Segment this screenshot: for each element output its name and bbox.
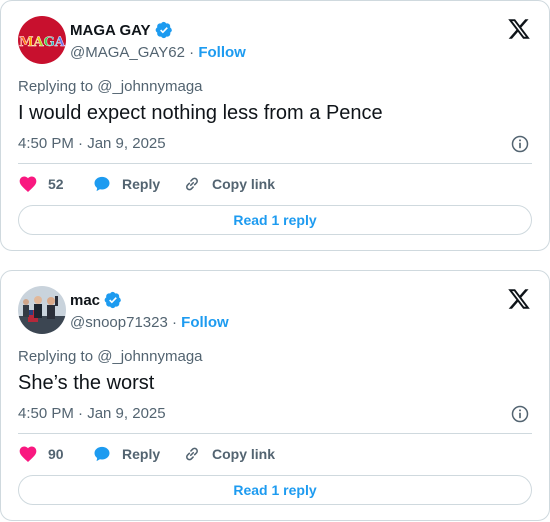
- follow-link[interactable]: Follow: [198, 44, 246, 61]
- divider: [18, 163, 532, 164]
- heart-icon: [19, 446, 37, 462]
- x-logo-icon[interactable]: [507, 17, 531, 41]
- like-button[interactable]: 52: [18, 174, 92, 194]
- user-handle[interactable]: @MAGA_GAY62: [70, 44, 185, 61]
- x-logo-icon[interactable]: [507, 287, 531, 311]
- avatar-image: [18, 286, 66, 334]
- page: MAGA MAGA GAY @MAGA_GAY62 · Follow Reply…: [0, 0, 550, 522]
- display-name[interactable]: MAGA GAY: [70, 22, 151, 39]
- user-name-row: mac: [70, 290, 122, 310]
- replying-to-handle[interactable]: @_johnnymaga: [97, 78, 202, 95]
- avatar[interactable]: MAGA: [18, 16, 66, 64]
- copy-link-label: Copy link: [212, 176, 276, 192]
- replying-to: Replying to @_johnnymaga: [18, 78, 203, 95]
- reply-label: Reply: [122, 176, 161, 192]
- tweet-text: She’s the worst: [18, 372, 155, 394]
- handle-row: @snoop71323 · Follow: [70, 314, 229, 331]
- display-name[interactable]: mac: [70, 292, 100, 309]
- tweet-text: I would expect nothing less from a Pence: [18, 102, 383, 124]
- avatar[interactable]: [18, 286, 66, 334]
- heart-icon: [19, 176, 37, 192]
- read-replies-button[interactable]: Read 1 reply: [18, 205, 532, 235]
- verified-badge-icon: [155, 21, 172, 39]
- reply-button[interactable]: Reply: [92, 444, 182, 464]
- action-bar: 90 Reply Copy link: [18, 443, 275, 465]
- follow-link[interactable]: Follow: [181, 314, 229, 331]
- link-icon: [186, 177, 198, 191]
- timestamp[interactable]: 4:50 PM · Jan 9, 2025: [18, 405, 166, 422]
- avatar-image: MAGA: [18, 16, 66, 64]
- like-count: 90: [48, 446, 64, 462]
- replying-to-handle[interactable]: @_johnnymaga: [97, 348, 202, 365]
- like-count: 52: [48, 176, 64, 192]
- copy-link-button[interactable]: Copy link: [182, 444, 275, 464]
- like-button[interactable]: 90: [18, 444, 92, 464]
- reply-label: Reply: [122, 446, 161, 462]
- user-name-row: MAGA GAY: [70, 20, 173, 40]
- tweet-card[interactable]: MAGA MAGA GAY @MAGA_GAY62 · Follow Reply…: [0, 0, 550, 251]
- tweet-card[interactable]: mac @snoop71323 · Follow Replying to @_j…: [0, 270, 550, 521]
- reply-bubble-icon: [94, 446, 110, 462]
- reply-button[interactable]: Reply: [92, 174, 182, 194]
- replying-label: Replying to: [18, 78, 94, 95]
- handle-row: @MAGA_GAY62 · Follow: [70, 44, 246, 61]
- copy-link-label: Copy link: [212, 446, 276, 462]
- timestamp[interactable]: 4:50 PM · Jan 9, 2025: [18, 135, 166, 152]
- user-handle[interactable]: @snoop71323: [70, 314, 168, 331]
- divider: [18, 433, 532, 434]
- info-icon[interactable]: [510, 404, 530, 424]
- svg-text:MAGA: MAGA: [19, 35, 66, 50]
- verified-badge-icon: [104, 291, 121, 309]
- link-icon: [186, 447, 198, 461]
- replying-label: Replying to: [18, 348, 94, 365]
- separator: ·: [189, 44, 195, 61]
- reply-bubble-icon: [94, 176, 110, 192]
- separator: ·: [171, 314, 177, 331]
- read-replies-button[interactable]: Read 1 reply: [18, 475, 532, 505]
- replying-to: Replying to @_johnnymaga: [18, 348, 203, 365]
- copy-link-button[interactable]: Copy link: [182, 174, 275, 194]
- action-bar: 52 Reply Copy link: [18, 173, 275, 195]
- info-icon[interactable]: [510, 134, 530, 154]
